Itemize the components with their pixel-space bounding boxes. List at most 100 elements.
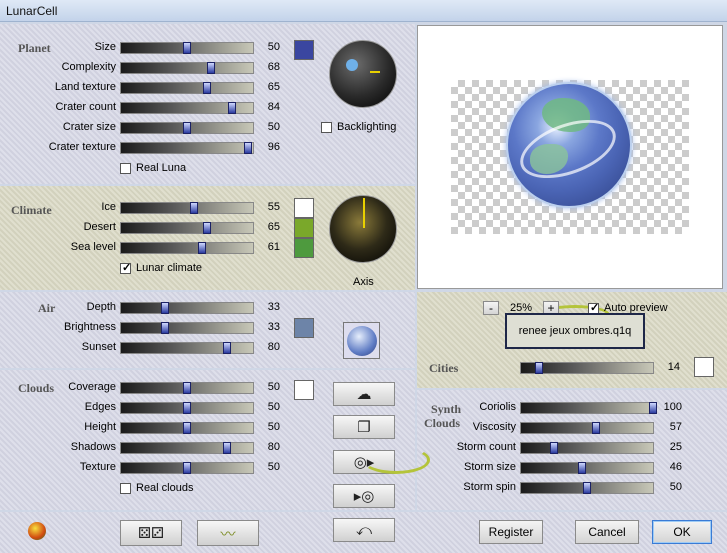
sea-color-swatch[interactable] [294, 238, 314, 258]
planet-color-swatch[interactable] [294, 40, 314, 60]
size-slider[interactable] [120, 42, 254, 54]
land-texture-slider[interactable] [120, 82, 254, 94]
crater-size-slider-thumb[interactable] [183, 122, 191, 134]
crater-texture-slider-thumb[interactable] [243, 142, 252, 154]
light-spot-icon [346, 59, 358, 71]
viscosity-slider-thumb[interactable] [592, 422, 601, 434]
cities-section-title: Cities [429, 361, 459, 375]
real-luna-checkbox[interactable]: Real Luna [120, 162, 186, 174]
crater-size-value: 50 [267, 121, 280, 133]
undo-icon: ⤺ [355, 521, 373, 539]
depth-slider-thumb[interactable] [160, 302, 169, 314]
complexity-slider-thumb[interactable] [206, 62, 215, 74]
brightness-slider[interactable] [120, 322, 254, 334]
zoom-out-button[interactable]: - [483, 301, 499, 315]
desert-color-swatch[interactable] [294, 218, 314, 238]
brightness-label: Brightness [64, 321, 116, 333]
ice-label: Ice [101, 201, 116, 213]
storm-spin-value: 50 [669, 481, 682, 493]
desert-slider[interactable] [120, 222, 254, 234]
size-value: 50 [267, 41, 280, 53]
storm-spin-slider[interactable] [520, 482, 654, 494]
edges-slider-thumb[interactable] [183, 402, 191, 414]
coriolis-value: 100 [663, 401, 682, 413]
real-clouds-checkbox[interactable]: Real clouds [120, 482, 193, 494]
sea-level-slider-thumb[interactable] [197, 242, 206, 254]
brightness-slider-thumb[interactable] [160, 322, 169, 334]
cities-slider-thumb[interactable] [535, 362, 544, 374]
cities-color-swatch[interactable] [694, 357, 714, 377]
crater-texture-value: 96 [267, 141, 280, 153]
storm-size-slider-thumb[interactable] [577, 462, 586, 474]
ice-slider-thumb[interactable] [189, 202, 198, 214]
axis-sphere[interactable] [329, 195, 397, 263]
cloud-icon: ☁ [356, 386, 372, 403]
sunset-slider[interactable] [120, 342, 254, 354]
checkbox-box[interactable] [120, 261, 131, 274]
crater-size-slider[interactable] [120, 122, 254, 134]
checkbox-box[interactable] [120, 482, 131, 494]
height-label: Height [84, 421, 116, 433]
planet-thumbnail[interactable] [343, 322, 380, 359]
sea-level-value: 61 [267, 241, 280, 253]
ice-slider[interactable] [120, 202, 254, 214]
texture-slider-thumb[interactable] [183, 462, 191, 474]
crater-count-slider-thumb[interactable] [227, 102, 236, 114]
checkbox-box[interactable] [588, 301, 599, 314]
complexity-slider[interactable] [120, 62, 254, 74]
depth-value: 33 [267, 301, 280, 313]
register-button[interactable]: Register [479, 520, 543, 544]
shadows-label: Shadows [70, 441, 116, 453]
undo-button[interactable]: ⤺ [333, 518, 395, 542]
land-texture-slider-thumb[interactable] [202, 82, 211, 94]
crater-count-slider[interactable] [120, 102, 254, 114]
storm-spin-label: Storm spin [463, 481, 516, 493]
depth-slider[interactable] [120, 302, 254, 314]
shadows-slider[interactable] [120, 442, 254, 454]
texture-slider[interactable] [120, 462, 254, 474]
crater-texture-slider[interactable] [120, 142, 254, 154]
save-button[interactable]: ▸◎ [333, 484, 395, 508]
clouds-color-swatch[interactable] [294, 380, 314, 400]
cancel-button[interactable]: Cancel [575, 520, 639, 544]
storm-count-slider-thumb[interactable] [550, 442, 558, 454]
cloud-button[interactable]: ☁ [333, 382, 395, 406]
backlighting-label: Backlighting [337, 121, 397, 133]
sunset-slider-thumb[interactable] [222, 342, 231, 354]
backlighting-checkbox[interactable]: Backlighting [321, 121, 396, 133]
sea-level-slider[interactable] [120, 242, 254, 254]
ice-color-swatch[interactable] [294, 198, 314, 218]
land-texture-label: Land texture [54, 81, 116, 93]
lunar-climate-checkbox[interactable]: Lunar climate [120, 261, 202, 274]
air-color-swatch[interactable] [294, 318, 314, 338]
coriolis-label: Coriolis [479, 401, 516, 413]
crater-texture-label: Crater texture [48, 141, 116, 153]
viscosity-slider[interactable] [520, 422, 654, 434]
light-direction-sphere[interactable] [329, 40, 397, 108]
storm-spin-slider-thumb[interactable] [583, 482, 591, 494]
checkbox-box[interactable] [120, 162, 131, 174]
wave-button[interactable]: 〰 [197, 520, 259, 546]
coverage-slider-thumb[interactable] [183, 382, 191, 394]
storm-size-slider[interactable] [520, 462, 654, 474]
checkbox-box[interactable] [321, 121, 332, 133]
copy-button[interactable]: ❐ [333, 415, 395, 439]
brightness-value: 33 [267, 321, 280, 333]
height-slider-thumb[interactable] [183, 422, 191, 434]
coriolis-slider[interactable] [520, 402, 657, 414]
ok-button[interactable]: OK [652, 520, 712, 544]
coverage-slider[interactable] [120, 382, 254, 394]
real-luna-label: Real Luna [136, 162, 187, 174]
randomize-button[interactable]: ⚄⚂ [120, 520, 182, 546]
light-handle-icon [370, 71, 380, 73]
size-slider-thumb[interactable] [183, 42, 191, 54]
viscosity-label: Viscosity [472, 421, 516, 433]
storm-count-slider[interactable] [520, 442, 654, 454]
shadows-slider-thumb[interactable] [222, 442, 231, 454]
ice-value: 55 [267, 201, 280, 213]
cities-slider[interactable] [520, 362, 654, 374]
sea-level-label: Sea level [70, 241, 116, 253]
desert-slider-thumb[interactable] [202, 222, 211, 234]
height-slider[interactable] [120, 422, 254, 434]
edges-slider[interactable] [120, 402, 254, 414]
